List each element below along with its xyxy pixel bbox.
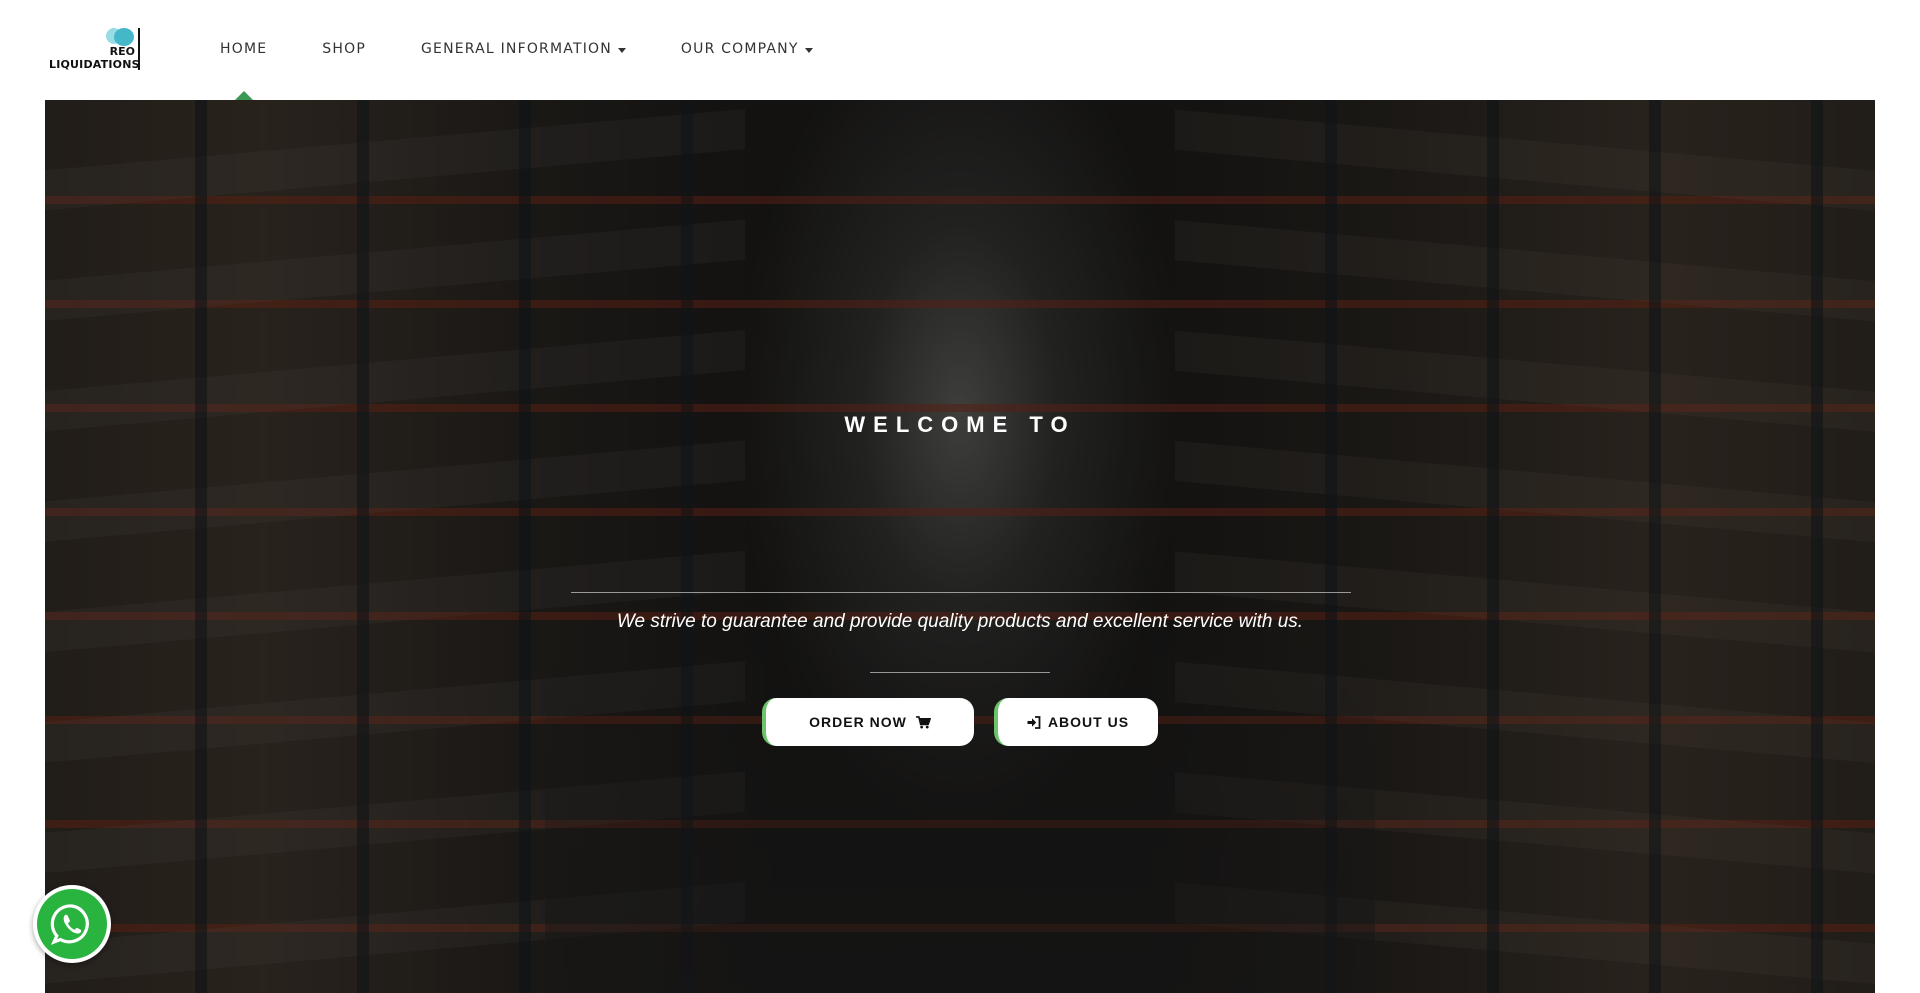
hero-divider-bottom <box>870 672 1050 673</box>
hero-welcome-heading: WELCOME TO <box>844 412 1076 437</box>
hero-content: WELCOME TO We strive to guarantee and pr… <box>45 100 1875 993</box>
nav-item-shop[interactable]: SHOP <box>322 41 366 57</box>
site-header: REO LIQUIDATIONS HOME SHOP GENERAL INFOR… <box>0 0 1920 100</box>
order-now-label: ORDER NOW <box>809 714 907 730</box>
logo-text-line2: LIQUIDATIONS <box>49 58 140 71</box>
caret-down-icon <box>804 47 813 53</box>
whatsapp-chat-button[interactable] <box>33 885 111 963</box>
logo-text-line1: REO <box>109 45 135 58</box>
caret-down-icon <box>617 47 626 53</box>
whatsapp-icon <box>37 889 107 959</box>
logo-mark <box>114 28 134 46</box>
nav-item-label: HOME <box>220 41 268 57</box>
main-nav: HOME SHOP GENERAL INFORMATION OUR COMPAN… <box>220 38 868 60</box>
nav-item-home[interactable]: HOME <box>220 41 267 57</box>
site-logo[interactable]: REO LIQUIDATIONS <box>48 26 143 74</box>
hero-banner: WELCOME TO We strive to guarantee and pr… <box>45 100 1875 993</box>
nav-item-label: OUR COMPANY <box>680 41 799 57</box>
nav-item-general-information[interactable]: GENERAL INFORMATION <box>421 41 626 57</box>
shopping-cart-icon <box>915 715 931 729</box>
about-us-button[interactable]: ABOUT US <box>994 698 1158 746</box>
nav-item-our-company[interactable]: OUR COMPANY <box>681 41 813 57</box>
sign-in-icon <box>1027 715 1041 729</box>
nav-item-label: GENERAL INFORMATION <box>420 41 612 57</box>
order-now-button[interactable]: ORDER NOW <box>762 698 974 746</box>
active-nav-indicator <box>235 91 253 100</box>
hero-divider-top <box>571 592 1351 593</box>
hero-tagline: We strive to guarantee and provide quali… <box>616 611 1304 632</box>
nav-item-label: SHOP <box>322 41 366 57</box>
about-us-label: ABOUT US <box>1047 714 1130 730</box>
